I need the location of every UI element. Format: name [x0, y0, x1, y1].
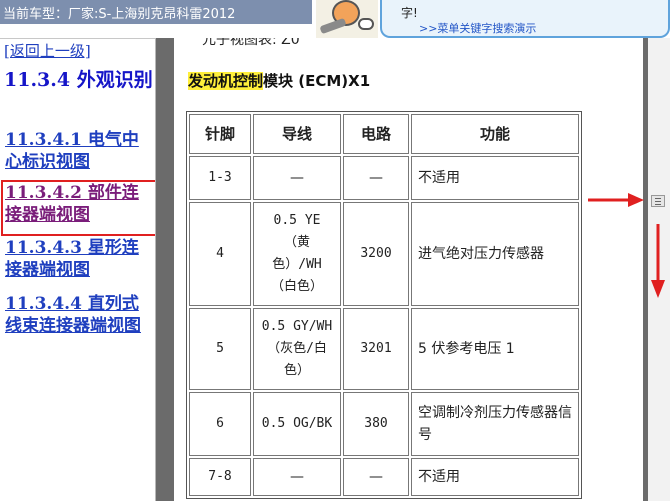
cell-wire: — — [253, 156, 341, 200]
red-arrow-down-icon — [651, 224, 665, 298]
cell-circuit: 3201 — [343, 308, 409, 390]
banner-panel: 字! >>菜单关键字搜索演示 — [380, 0, 670, 38]
header-pin: 针脚 — [189, 114, 251, 154]
table-row: 4 0.5 YE （黄 色）/WH （白色） 3200 进气绝对压力传感器 — [189, 202, 579, 306]
search-demo-banner[interactable]: 字! >>菜单关键字搜索演示 — [316, 0, 670, 38]
title-strip: 当前车型：厂家:S-上海别克昂科雷2012 — [0, 0, 312, 24]
section-heading: 11.3.4 外观识别 — [4, 69, 153, 91]
cell-circuit: — — [343, 458, 409, 496]
scroll-thumb-icon[interactable] — [651, 195, 665, 207]
cell-function: 不适用 — [411, 156, 579, 200]
left-nav: [返回上一级] 11.3.4 外观识别 11.3.4.1 电气中心标识视图 11… — [0, 38, 156, 501]
table-header-row: 针脚 导线 电路 功能 — [189, 114, 579, 154]
cell-function: 不适用 — [411, 458, 579, 496]
cell-pin: 1-3 — [189, 156, 251, 200]
mechanic-mascot-icon — [316, 0, 378, 38]
header-wire: 导线 — [253, 114, 341, 154]
cell-pin: 6 — [189, 392, 251, 456]
module-title-highlight: 发动机控制 — [188, 72, 264, 90]
document-page: 元子视图表: Z0 发动机控制模块 (ECM)X1 针脚 导线 电路 功能 1-… — [174, 38, 643, 501]
red-arrow-left-icon — [588, 193, 644, 207]
cell-function: 空调制冷剂压力传感器信号 — [411, 392, 579, 456]
cell-pin: 7-8 — [189, 458, 251, 496]
cell-wire: 0.5 OG/BK — [253, 392, 341, 456]
top-bar: 当前车型：厂家:S-上海别克昂科雷2012 字! >>菜单关键字搜索演示 — [0, 0, 670, 38]
cell-circuit: 3200 — [343, 202, 409, 306]
window-title: 当前车型：厂家:S-上海别克昂科雷2012 — [3, 7, 236, 22]
cell-circuit: — — [343, 156, 409, 200]
partial-top-text: 元子视图表: Z0 — [202, 38, 300, 48]
pin-table: 针脚 导线 电路 功能 1-3 — — 不适用 4 0.5 YE （黄 色）/W… — [186, 111, 582, 499]
nav-item-electrical-center-view[interactable]: 11.3.4.1 电气中心标识视图 — [5, 129, 153, 173]
cell-function: 进气绝对压力传感器 — [411, 202, 579, 306]
module-title: 发动机控制模块 (ECM)X1 — [188, 70, 370, 91]
header-circuit: 电路 — [343, 114, 409, 154]
table-row: 1-3 — — 不适用 — [189, 156, 579, 200]
cell-function: 5 伏参考电压 1 — [411, 308, 579, 390]
cell-pin: 4 — [189, 202, 251, 306]
cell-wire: 0.5 GY/WH （灰色/白 色） — [253, 308, 341, 390]
nav-item-star-connector-view[interactable]: 11.3.4.3 星形连接器端视图 — [5, 237, 153, 281]
table-row: 5 0.5 GY/WH （灰色/白 色） 3201 5 伏参考电压 1 — [189, 308, 579, 390]
header-function: 功能 — [411, 114, 579, 154]
table-row: 7-8 — — 不适用 — [189, 458, 579, 496]
banner-text: 字! — [401, 6, 418, 20]
back-link[interactable]: [返回上一级] — [4, 40, 91, 61]
content-frame: 元子视图表: Z0 发动机控制模块 (ECM)X1 针脚 导线 电路 功能 1-… — [156, 38, 670, 501]
module-title-rest: 模块 (ECM)X1 — [263, 72, 371, 90]
cell-wire: — — [253, 458, 341, 496]
cell-circuit: 380 — [343, 392, 409, 456]
table-row: 6 0.5 OG/BK 380 空调制冷剂压力传感器信号 — [189, 392, 579, 456]
cell-pin: 5 — [189, 308, 251, 390]
menu-search-demo-link[interactable]: >>菜单关键字搜索演示 — [419, 20, 536, 36]
nav-item-inline-harness-connector-view[interactable]: 11.3.4.4 直列式线束连接器端视图 — [5, 293, 153, 337]
annotation-highlight-box — [1, 180, 155, 236]
cell-wire: 0.5 YE （黄 色）/WH （白色） — [253, 202, 341, 306]
